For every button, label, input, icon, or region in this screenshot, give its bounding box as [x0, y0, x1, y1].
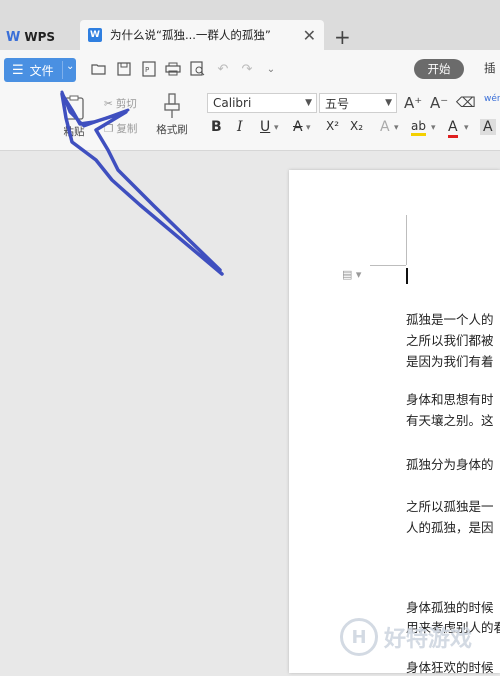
- writer-doc-icon: W: [88, 28, 102, 42]
- copy-icon: ❐: [104, 122, 114, 135]
- doc-line-9: 身体孤独的时候: [406, 600, 494, 615]
- paragraph-layout-icon[interactable]: ▤ ▾: [342, 268, 361, 281]
- text-effect-icon[interactable]: A: [380, 119, 390, 135]
- doc-line-5: 有天壤之别。这: [406, 413, 494, 428]
- grow-font-button[interactable]: A⁺: [404, 94, 422, 112]
- margin-guide-horizontal: [370, 265, 406, 266]
- chevron-down-icon: ▼: [385, 98, 392, 108]
- print-preview-icon[interactable]: [189, 60, 207, 78]
- font-size-value: 五号: [325, 96, 350, 111]
- strikethrough-button[interactable]: A: [293, 119, 303, 135]
- tab-bar: W WPS W 为什么说“孤独...一群人的孤独” ✕ +: [0, 0, 500, 50]
- document-tab[interactable]: W 为什么说“孤独...一群人的孤独” ✕: [80, 20, 324, 50]
- shrink-font-button[interactable]: A⁻: [430, 94, 448, 112]
- clipboard-icon: [64, 95, 84, 120]
- chevron-down-icon[interactable]: ▾: [431, 123, 436, 133]
- subscript-button[interactable]: X₂: [350, 119, 363, 133]
- file-menu-button[interactable]: ☰ 文件 ⌄: [4, 58, 76, 82]
- superscript-button[interactable]: X²: [326, 119, 339, 133]
- chevron-down-icon[interactable]: ▾: [394, 123, 399, 133]
- print-icon[interactable]: [164, 60, 182, 78]
- paint-brush-icon: [164, 93, 180, 118]
- watermark-logo-icon: H: [340, 618, 378, 656]
- chevron-down-icon: ▼: [305, 98, 312, 108]
- doc-line-6: 孤独分为身体的: [406, 457, 494, 472]
- chevron-down-icon[interactable]: ▾: [306, 123, 311, 133]
- undo-icon[interactable]: ↶: [214, 60, 232, 78]
- bold-button[interactable]: B: [211, 119, 222, 135]
- format-painter-label: 格式刷: [156, 124, 188, 136]
- underline-button[interactable]: U: [260, 119, 270, 135]
- font-name-value: Calibri: [213, 96, 252, 110]
- format-painter-button[interactable]: 格式刷: [152, 93, 192, 137]
- site-watermark: H 好特游戏: [340, 618, 472, 656]
- doc-line-1: 孤独是一个人的: [406, 312, 494, 327]
- save-icon[interactable]: [115, 60, 133, 78]
- watermark-text: 好特游戏: [384, 627, 473, 652]
- paste-button[interactable]: 粘贴: [56, 95, 92, 139]
- doc-line-3: 是因为我们有着: [406, 354, 494, 369]
- highlight-icon[interactable]: ab: [411, 119, 426, 136]
- font-color-icon[interactable]: A: [448, 119, 458, 138]
- doc-line-2: 之所以我们都被: [406, 333, 494, 348]
- chevron-down-icon[interactable]: ▾: [274, 123, 279, 133]
- scissors-icon: ✂: [104, 97, 113, 110]
- document-tab-title: 为什么说“孤独...一群人的孤独”: [110, 28, 271, 42]
- doc-line-4: 身体和思想有时: [406, 392, 494, 407]
- paste-label: 粘贴: [63, 126, 85, 138]
- text-cursor: [406, 268, 408, 284]
- new-tab-button[interactable]: +: [334, 25, 351, 49]
- export-pdf-icon[interactable]: P: [140, 60, 158, 78]
- character-shading-icon[interactable]: A: [480, 119, 496, 135]
- cut-button[interactable]: ✂ 剪切: [104, 96, 137, 111]
- hamburger-menu-icon: ☰: [12, 62, 24, 78]
- svg-text:P: P: [145, 66, 149, 74]
- copy-button[interactable]: ❐ 复制: [104, 121, 137, 136]
- open-folder-icon[interactable]: [90, 60, 108, 78]
- chevron-down-icon[interactable]: ▾: [464, 123, 469, 133]
- doc-line-8: 人的孤独，是因: [406, 520, 494, 535]
- phonetic-guide-button[interactable]: wén: [484, 94, 500, 104]
- wps-home-tab[interactable]: W WPS: [6, 24, 74, 50]
- customize-toolbar-icon[interactable]: ⌄: [262, 60, 280, 78]
- margin-guide-vertical: [406, 215, 407, 265]
- doc-line-7: 之所以孤独是一: [406, 499, 494, 514]
- chevron-down-icon[interactable]: ⌄: [66, 61, 74, 72]
- clear-format-eraser-icon[interactable]: ⌫: [456, 95, 476, 111]
- italic-button[interactable]: I: [237, 119, 243, 135]
- wps-tab-label: WPS: [24, 30, 56, 44]
- tab-insert[interactable]: 插: [484, 60, 496, 76]
- cut-label: 剪切: [115, 98, 137, 110]
- redo-icon[interactable]: ↷: [238, 60, 256, 78]
- copy-label: 复制: [116, 123, 138, 135]
- wps-logo-icon: W: [6, 29, 21, 45]
- close-icon[interactable]: ✕: [303, 26, 316, 45]
- doc-line-11: 身体狂欢的时候: [406, 660, 494, 675]
- file-menu-label: 文件: [29, 63, 54, 78]
- file-button-divider: [62, 61, 63, 79]
- font-size-select[interactable]: 五号 ▼: [319, 93, 397, 113]
- font-name-select[interactable]: Calibri ▼: [207, 93, 317, 113]
- tab-start[interactable]: 开始: [414, 59, 464, 79]
